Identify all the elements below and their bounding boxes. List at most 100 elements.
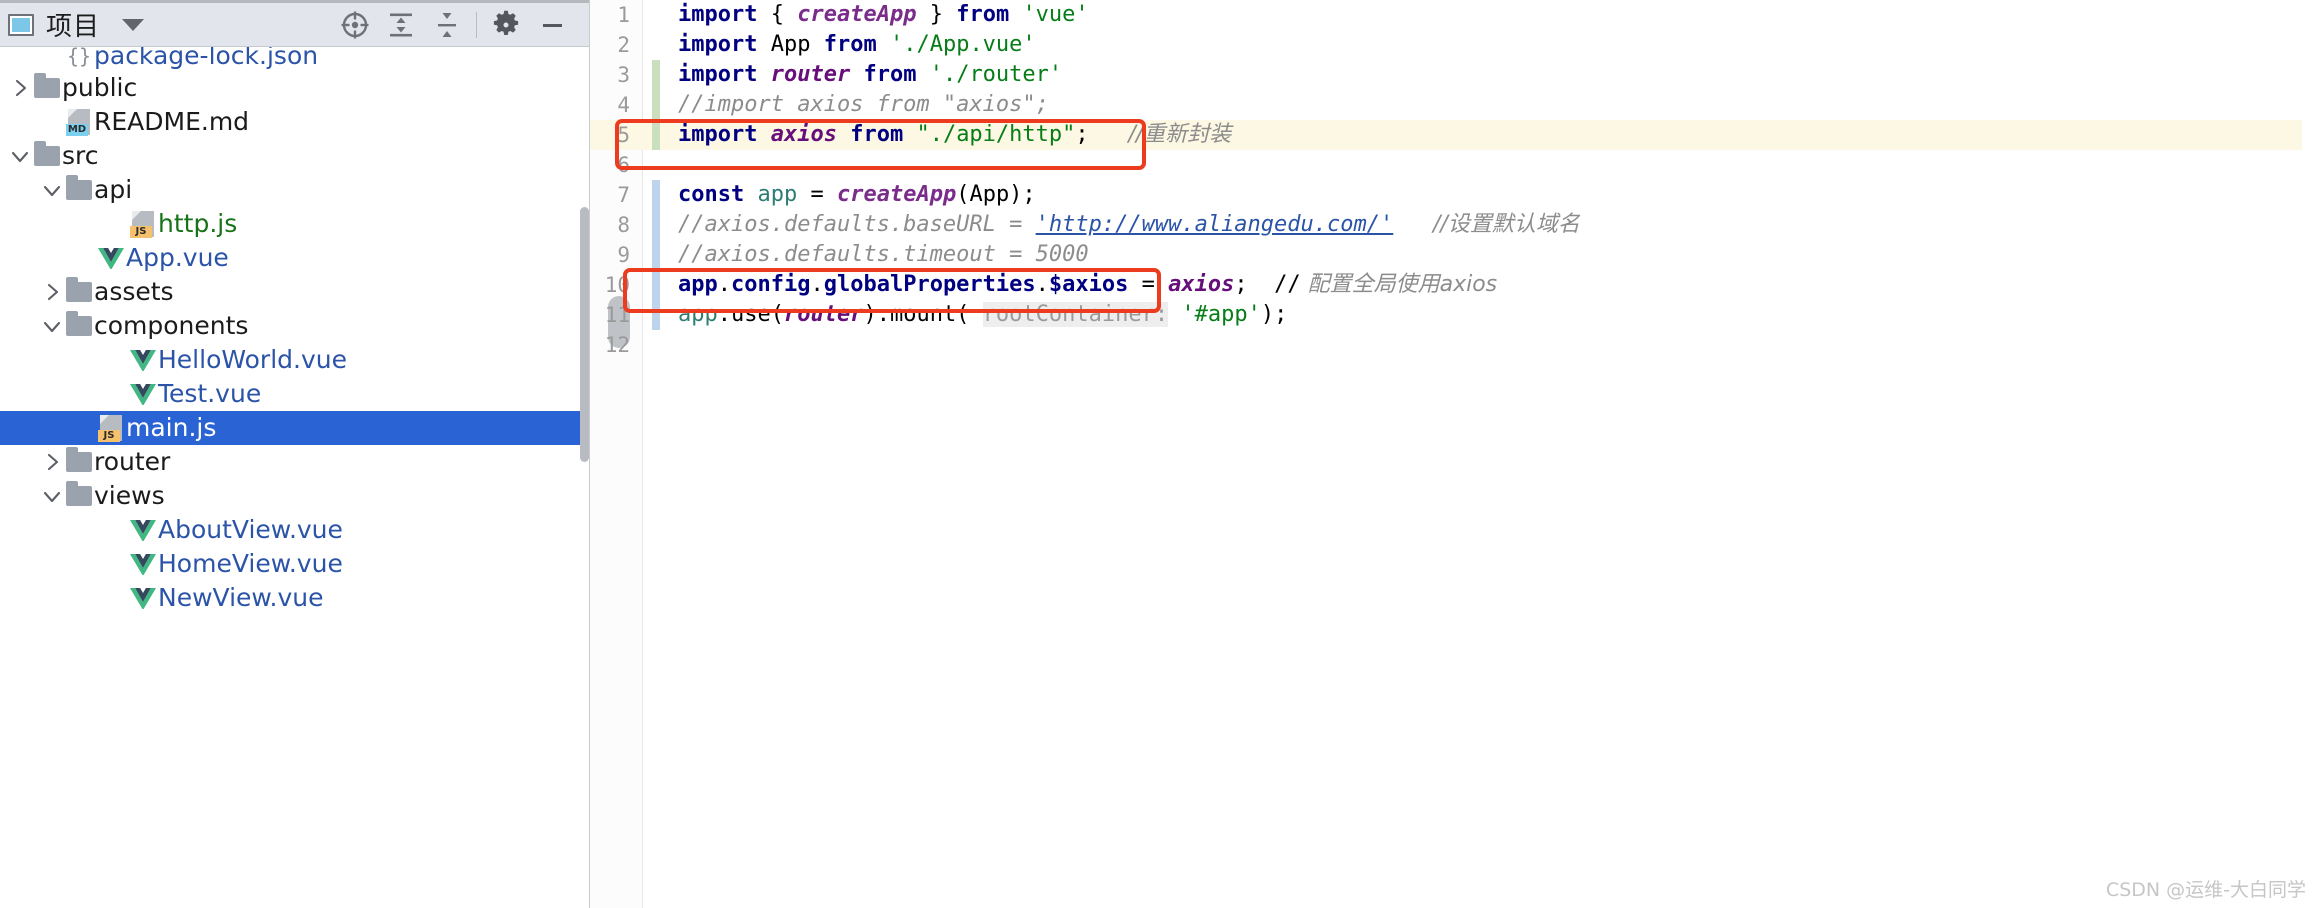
- editor-line-12[interactable]: 12: [590, 330, 2316, 360]
- collapse-all-icon[interactable]: [424, 3, 470, 47]
- editor-line-10[interactable]: 10 app.config.globalProperties.$axios = …: [590, 270, 2316, 300]
- locate-crosshair-icon[interactable]: [332, 3, 378, 47]
- project-panel-icon: [8, 13, 34, 36]
- code-editor[interactable]: 1 import { createApp } from 'vue' 2 impo…: [590, 0, 2316, 908]
- js-file-icon: JS: [98, 415, 122, 442]
- chevron-down-icon[interactable]: [40, 479, 64, 513]
- tree-item-components[interactable]: components: [0, 309, 589, 343]
- line-number: 5: [617, 123, 630, 147]
- tree-item-label: views: [94, 481, 165, 510]
- line-code: //import axios from "axios";: [678, 92, 1049, 117]
- tree-item-icon: [128, 343, 158, 377]
- tree-item-assets[interactable]: assets: [0, 275, 589, 309]
- editor-line-3[interactable]: 3 import router from './router': [590, 60, 2316, 90]
- editor-line-1[interactable]: 1 import { createApp } from 'vue': [590, 0, 2316, 30]
- tree-item-main-js[interactable]: JS main.js: [0, 411, 589, 445]
- tree-item-http-js[interactable]: JS http.js: [0, 207, 589, 241]
- tree-item-icon: [64, 173, 94, 207]
- change-marker: [652, 120, 660, 150]
- folder-icon: [66, 311, 92, 336]
- tree-item-src[interactable]: src: [0, 139, 589, 173]
- folder-icon: [66, 481, 92, 506]
- editor-line-9[interactable]: 9 //axios.defaults.timeout = 5000: [590, 240, 2316, 270]
- tree-item-label: App.vue: [126, 243, 229, 272]
- line-number: 1: [617, 3, 630, 27]
- tree-item-helloworld-vue[interactable]: HelloWorld.vue: [0, 343, 589, 377]
- editor-scrollbar[interactable]: [2302, 0, 2316, 908]
- folder-icon: [34, 73, 60, 98]
- tree-item-homeview-vue[interactable]: HomeView.vue: [0, 547, 589, 581]
- line-code: import router from './router': [678, 62, 1063, 87]
- minimize-icon[interactable]: [529, 3, 575, 47]
- tree-item-views[interactable]: views: [0, 479, 589, 513]
- tree-item-icon: MD: [64, 105, 94, 139]
- tree-item-icon: [32, 71, 62, 105]
- line-code: import axios from "./api/http"; //重新封装: [678, 122, 1232, 147]
- tree-item-icon: [128, 513, 158, 547]
- chevron-right-icon[interactable]: [8, 71, 32, 105]
- chevron-down-icon[interactable]: [122, 18, 145, 31]
- line-code: import { createApp } from 'vue': [678, 2, 1089, 27]
- line-number: 2: [617, 33, 630, 57]
- project-file-tree[interactable]: {} package-lock.json public MD README.md src a…: [0, 47, 589, 908]
- tree-item-label: router: [94, 447, 171, 476]
- tree-item-aboutview-vue[interactable]: AboutView.vue: [0, 513, 589, 547]
- folder-icon: [66, 447, 92, 472]
- tree-item-readme-md[interactable]: MD README.md: [0, 105, 589, 139]
- tree-item-api[interactable]: api: [0, 173, 589, 207]
- line-number: 4: [617, 93, 630, 117]
- gear-icon[interactable]: [483, 3, 529, 47]
- project-panel-scrollbar[interactable]: [580, 207, 589, 462]
- watermark: CSDN @运维-大白同学: [2105, 879, 2306, 901]
- tree-item-label: assets: [94, 277, 174, 306]
- project-panel: 项目 {} package-lock.json public MD README…: [0, 0, 590, 908]
- tree-item-label: HomeView.vue: [158, 549, 343, 578]
- chevron-down-icon[interactable]: [40, 309, 64, 343]
- editor-line-5[interactable]: 5 import axios from "./api/http"; //重新封装: [590, 120, 2316, 150]
- tree-item-public[interactable]: public: [0, 71, 589, 105]
- editor-line-8[interactable]: 8 //axios.defaults.baseURL = 'http://www…: [590, 210, 2316, 240]
- editor-line-7[interactable]: 7 const app = createApp(App);: [590, 180, 2316, 210]
- tree-item-label: components: [94, 311, 249, 340]
- tree-item-label: main.js: [126, 413, 217, 442]
- change-marker: [652, 240, 660, 270]
- line-number: 6: [617, 153, 630, 177]
- line-number: 9: [617, 243, 630, 267]
- line-number: 12: [604, 333, 630, 357]
- editor-line-6[interactable]: 6: [590, 150, 2316, 180]
- line-code: const app = createApp(App);: [678, 182, 1036, 207]
- editor-line-2[interactable]: 2 import App from './App.vue': [590, 30, 2316, 60]
- editor-line-4[interactable]: 4 //import axios from "axios";: [590, 90, 2316, 120]
- tree-item-icon: [128, 581, 158, 615]
- chevron-right-icon[interactable]: [40, 275, 64, 309]
- chevron-down-icon[interactable]: [40, 173, 64, 207]
- chevron-down-icon[interactable]: [8, 139, 32, 173]
- tree-item-test-vue[interactable]: Test.vue: [0, 377, 589, 411]
- change-marker: [652, 330, 660, 360]
- tree-item-label: http.js: [158, 209, 238, 238]
- folder-icon: [66, 277, 92, 302]
- tree-item-label: api: [94, 175, 133, 204]
- change-marker: [652, 90, 660, 120]
- change-marker: [652, 270, 660, 300]
- tree-item-app-vue[interactable]: App.vue: [0, 241, 589, 275]
- change-marker: [652, 0, 660, 30]
- tree-item-newview-vue[interactable]: NewView.vue: [0, 581, 589, 615]
- line-number: 11: [604, 303, 630, 327]
- editor-line-11[interactable]: 11 app.use(router).mount( rootContainer:…: [590, 300, 2316, 330]
- project-panel-title: 项目: [46, 12, 101, 42]
- tree-item-icon: [32, 139, 62, 173]
- tree-item-router[interactable]: router: [0, 445, 589, 479]
- tree-item-label: README.md: [94, 107, 250, 136]
- json-file-icon: {}: [67, 47, 92, 68]
- tree-item-package-lock-json[interactable]: {} package-lock.json: [0, 47, 589, 71]
- vue-file-icon: [98, 247, 124, 270]
- chevron-right-icon[interactable]: [40, 445, 64, 479]
- tree-item-icon: [64, 275, 94, 309]
- line-code: import App from './App.vue': [678, 32, 1036, 57]
- expand-all-icon[interactable]: [378, 3, 424, 47]
